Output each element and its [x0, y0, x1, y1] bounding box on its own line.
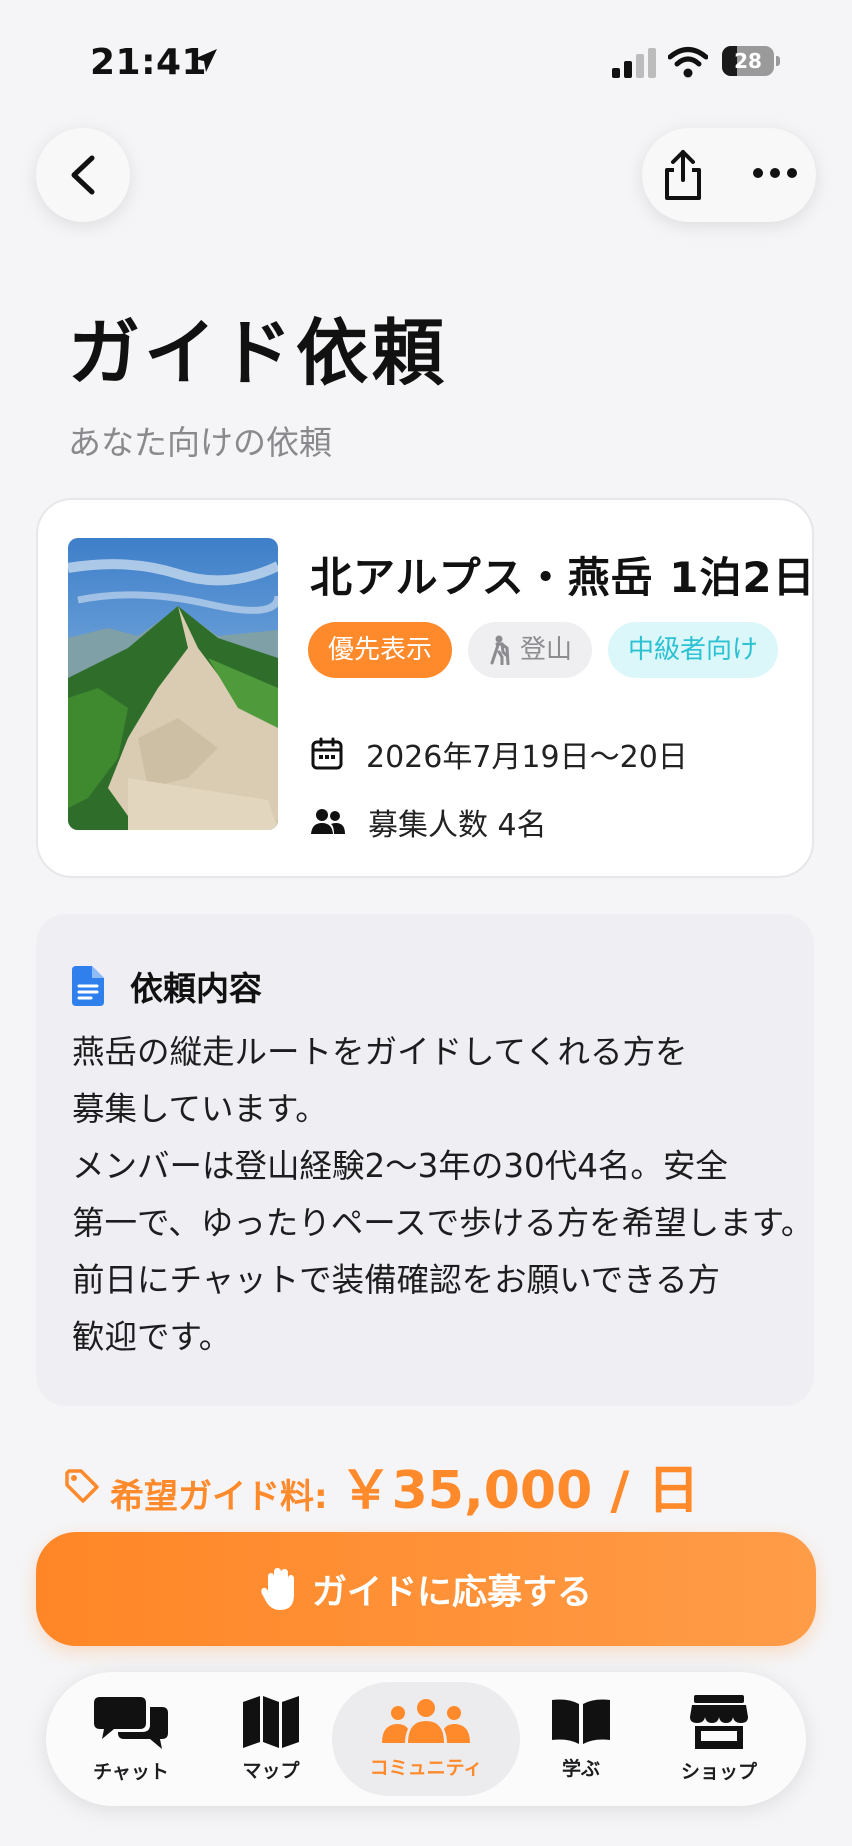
price-tag-icon — [65, 1468, 99, 1503]
description-header: 依頼内容 — [72, 962, 262, 1010]
description-line: 前日にチャットで装備確認をお願いできる方 — [72, 1261, 721, 1299]
request-title: 北アルプス・燕岳 1泊2日 — [310, 553, 816, 602]
wifi-icon — [668, 47, 708, 78]
map-icon — [243, 1695, 299, 1748]
tab-shop[interactable]: ショップ — [654, 1672, 784, 1806]
description-box: 依頼内容 燕岳の縦走ルートをガイドしてくれる方を 募集しています。 メンバーは登… — [36, 914, 814, 1406]
tab-chat[interactable]: チャット — [66, 1672, 196, 1806]
store-icon — [690, 1694, 748, 1749]
document-icon — [72, 966, 104, 1006]
tab-shop-label: ショップ — [680, 1760, 757, 1783]
tab-community[interactable]: コミュニティ — [332, 1682, 520, 1796]
priority-tag-label: 優先表示 — [328, 635, 433, 665]
level-tag-label: 中級者向け — [628, 635, 759, 665]
cellular-signal-icon — [612, 48, 656, 78]
fee-row: 希望ガイド料: ￥35,000 / 日 — [64, 1448, 699, 1523]
description-line: メンバーは登山経験2〜3年の30代4名。安全 — [72, 1147, 728, 1185]
more-options-icon[interactable] — [752, 166, 798, 180]
people-row: 募集人数 4名 — [310, 800, 547, 844]
description-heading: 依頼内容 — [130, 969, 262, 1008]
book-icon — [552, 1699, 610, 1744]
description-text: 燕岳の縦走ルートをガイドしてくれる方を 募集しています。 メンバーは登山経験2〜… — [72, 1024, 814, 1366]
priority-tag: 優先表示 — [308, 622, 453, 678]
fee-label: 希望ガイド料: — [110, 1477, 328, 1517]
category-tag: 登山 — [468, 622, 593, 678]
tab-chat-label: チャット — [93, 1760, 169, 1783]
fee-amount: ￥35,000 / 日 — [339, 1461, 700, 1521]
tab-learn[interactable]: 学ぶ — [516, 1672, 646, 1806]
people-icon — [311, 809, 345, 834]
chevron-left-icon — [71, 155, 95, 195]
tab-bar: チャット マップ コミュニティ 学ぶ ショップ — [46, 1672, 806, 1806]
apply-guide-button[interactable]: ガイドに応募する — [36, 1532, 816, 1646]
share-icon[interactable] — [660, 148, 706, 202]
status-bar: 21:41 28 — [0, 0, 852, 120]
request-card[interactable]: 北アルプス・燕岳 1泊2日 優先表示 登山 中級者向け 2026年7月19日〜2… — [36, 498, 816, 878]
calendar-icon — [311, 737, 343, 770]
tab-map-label: マップ — [242, 1759, 300, 1782]
mountain-photo — [68, 538, 278, 830]
people-icon — [382, 1698, 470, 1743]
description-line: 募集しています。 — [72, 1090, 328, 1128]
page-subtitle: あなた向けの依頼 — [68, 423, 332, 462]
header-actions — [642, 128, 816, 222]
chat-bubbles-icon — [94, 1696, 168, 1749]
hiker-icon — [490, 635, 510, 665]
battery-indicator: 28 — [722, 46, 780, 76]
description-line: 燕岳の縦走ルートをガイドしてくれる方を — [72, 1033, 688, 1071]
tab-learn-label: 学ぶ — [561, 1757, 600, 1780]
page-title: ガイド依頼 — [68, 311, 449, 395]
raised-hand-icon — [261, 1568, 294, 1610]
date-row: 2026年7月19日〜20日 — [310, 732, 688, 776]
description-line: 第一で、ゆったりペースで歩ける方を希望します。 — [72, 1204, 814, 1242]
people-text: 募集人数 4名 — [368, 808, 547, 843]
tab-community-label: コミュニティ — [369, 1756, 483, 1779]
back-button[interactable] — [36, 128, 130, 222]
description-line: 歓迎です。 — [72, 1318, 232, 1356]
level-tag: 中級者向け — [608, 622, 779, 678]
location-arrow-icon — [194, 49, 217, 72]
date-text: 2026年7月19日〜20日 — [366, 740, 688, 775]
tab-map[interactable]: マップ — [206, 1672, 336, 1806]
apply-button-label: ガイドに応募する — [311, 1572, 592, 1613]
tag-list: 優先表示 登山 中級者向け — [308, 622, 779, 678]
category-tag-label: 登山 — [520, 635, 573, 665]
battery-level-text: 28 — [734, 49, 762, 73]
